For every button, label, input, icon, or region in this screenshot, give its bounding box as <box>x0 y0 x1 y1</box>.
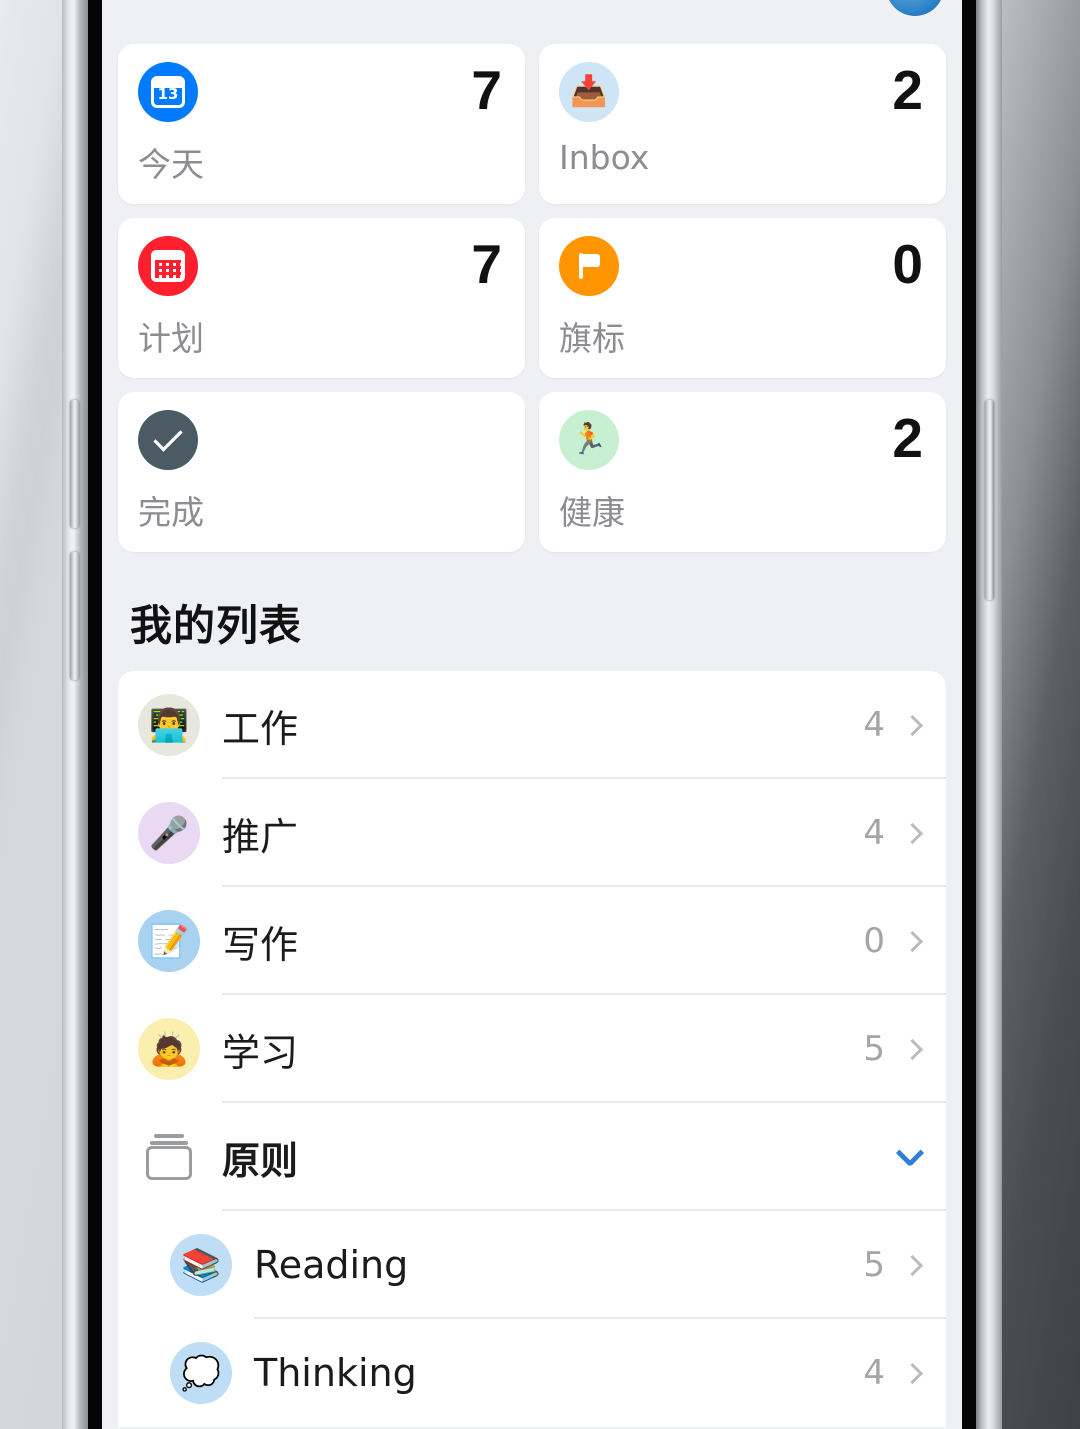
list-item-label: Reading <box>254 1243 409 1287</box>
running-person-icon: 🏃 <box>559 410 619 470</box>
chevron-right-icon <box>901 1254 924 1276</box>
memo-emoji-icon: 📝 <box>138 910 200 972</box>
list-item-trailing: 5 <box>863 1029 946 1069</box>
my-lists-card: 👨‍💻 工作 4 🎤 推广 4 <box>118 671 946 1427</box>
power-button[interactable] <box>985 400 994 600</box>
smart-card-completed[interactable]: 完成 <box>118 392 525 552</box>
smart-card-count: 0 <box>892 233 923 295</box>
device-left-rail <box>62 0 88 1429</box>
chevron-right-icon <box>901 822 924 844</box>
list-group-principles[interactable]: 原则 <box>118 1103 946 1211</box>
smart-card-label: 完成 <box>138 493 204 532</box>
list-item-promotion[interactable]: 🎤 推广 4 <box>118 779 946 887</box>
smart-card-count: 2 <box>892 59 923 121</box>
list-item-label: 推广 <box>222 814 299 859</box>
list-item-label: 学习 <box>222 1030 299 1075</box>
checkmark-icon <box>138 410 198 470</box>
list-item-thinking[interactable]: 💭 Thinking 4 <box>118 1319 946 1427</box>
calendar-today-icon: 13 <box>138 62 198 122</box>
account-avatar-button[interactable] <box>886 0 944 16</box>
smart-card-count: 7 <box>471 59 502 121</box>
list-item-count: 4 <box>863 705 885 745</box>
scene-backdrop: 13 7 今天 📥 2 Inbox 7 计划 0 旗标 完成 🏃 2 健康 我的… <box>0 0 1080 1429</box>
smart-card-label: 健康 <box>559 493 625 532</box>
smart-card-label: Inbox <box>559 138 650 177</box>
group-folder-icon <box>138 1126 200 1188</box>
volume-down-button[interactable] <box>70 552 79 680</box>
chevron-right-icon <box>901 1362 924 1384</box>
list-item-label: Thinking <box>254 1351 417 1395</box>
smart-card-today[interactable]: 13 7 今天 <box>118 44 525 204</box>
list-item-study[interactable]: 🙇 学习 5 <box>118 995 946 1103</box>
list-item-count: 4 <box>863 1353 885 1393</box>
work-emoji-icon: 👨‍💻 <box>138 694 200 756</box>
chevron-down-icon[interactable] <box>895 1138 925 1168</box>
list-item-count: 5 <box>863 1245 885 1285</box>
list-item-trailing: 5 <box>863 1245 946 1285</box>
volume-up-button[interactable] <box>70 400 79 528</box>
chevron-right-icon <box>901 1038 924 1060</box>
list-item-reading[interactable]: 📚 Reading 5 <box>118 1211 946 1319</box>
thought-balloon-emoji-icon: 💭 <box>170 1342 232 1404</box>
phone-device: 13 7 今天 📥 2 Inbox 7 计划 0 旗标 完成 🏃 2 健康 我的… <box>62 0 1002 1429</box>
today-day-number: 13 <box>157 85 179 103</box>
smart-card-health[interactable]: 🏃 2 健康 <box>539 392 946 552</box>
list-item-trailing: 4 <box>863 1353 946 1393</box>
flag-icon <box>559 236 619 296</box>
list-group-label: 原则 <box>222 1138 299 1183</box>
list-item-label: 写作 <box>222 922 299 967</box>
device-bezel: 13 7 今天 📥 2 Inbox 7 计划 0 旗标 完成 🏃 2 健康 我的… <box>88 0 976 1429</box>
list-group-trailing[interactable] <box>895 1138 946 1168</box>
smart-lists-grid: 13 7 今天 📥 2 Inbox 7 计划 0 旗标 完成 🏃 2 健康 <box>102 44 962 552</box>
smart-card-count: 7 <box>471 233 502 295</box>
list-item-count: 5 <box>863 1029 885 1069</box>
smart-card-scheduled[interactable]: 7 计划 <box>118 218 525 378</box>
list-item-count: 4 <box>863 813 885 853</box>
list-item-trailing: 4 <box>863 705 946 745</box>
list-item-work[interactable]: 👨‍💻 工作 4 <box>118 671 946 779</box>
reminders-app: 13 7 今天 📥 2 Inbox 7 计划 0 旗标 完成 🏃 2 健康 我的… <box>102 0 962 1429</box>
smart-card-inbox[interactable]: 📥 2 Inbox <box>539 44 946 204</box>
smart-card-label: 旗标 <box>559 319 625 358</box>
device-screen: 13 7 今天 📥 2 Inbox 7 计划 0 旗标 完成 🏃 2 健康 我的… <box>102 0 962 1429</box>
list-item-label: 工作 <box>222 706 299 751</box>
smart-card-label: 计划 <box>138 319 204 358</box>
chevron-right-icon <box>901 714 924 736</box>
chevron-right-icon <box>901 930 924 952</box>
list-item-trailing: 4 <box>863 813 946 853</box>
microphone-emoji-icon: 🎤 <box>138 802 200 864</box>
smart-card-label: 今天 <box>138 145 204 184</box>
inbox-tray-icon: 📥 <box>559 62 619 122</box>
list-item-writing[interactable]: 📝 写作 0 <box>118 887 946 995</box>
smart-card-flagged[interactable]: 0 旗标 <box>539 218 946 378</box>
my-lists-header: 我的列表 <box>130 601 303 650</box>
device-right-rail <box>976 0 1002 1429</box>
bowing-person-emoji-icon: 🙇 <box>138 1018 200 1080</box>
list-item-trailing: 0 <box>863 921 946 961</box>
list-item-count: 0 <box>863 921 885 961</box>
smart-card-count: 2 <box>892 407 923 469</box>
books-emoji-icon: 📚 <box>170 1234 232 1296</box>
calendar-icon <box>138 236 198 296</box>
